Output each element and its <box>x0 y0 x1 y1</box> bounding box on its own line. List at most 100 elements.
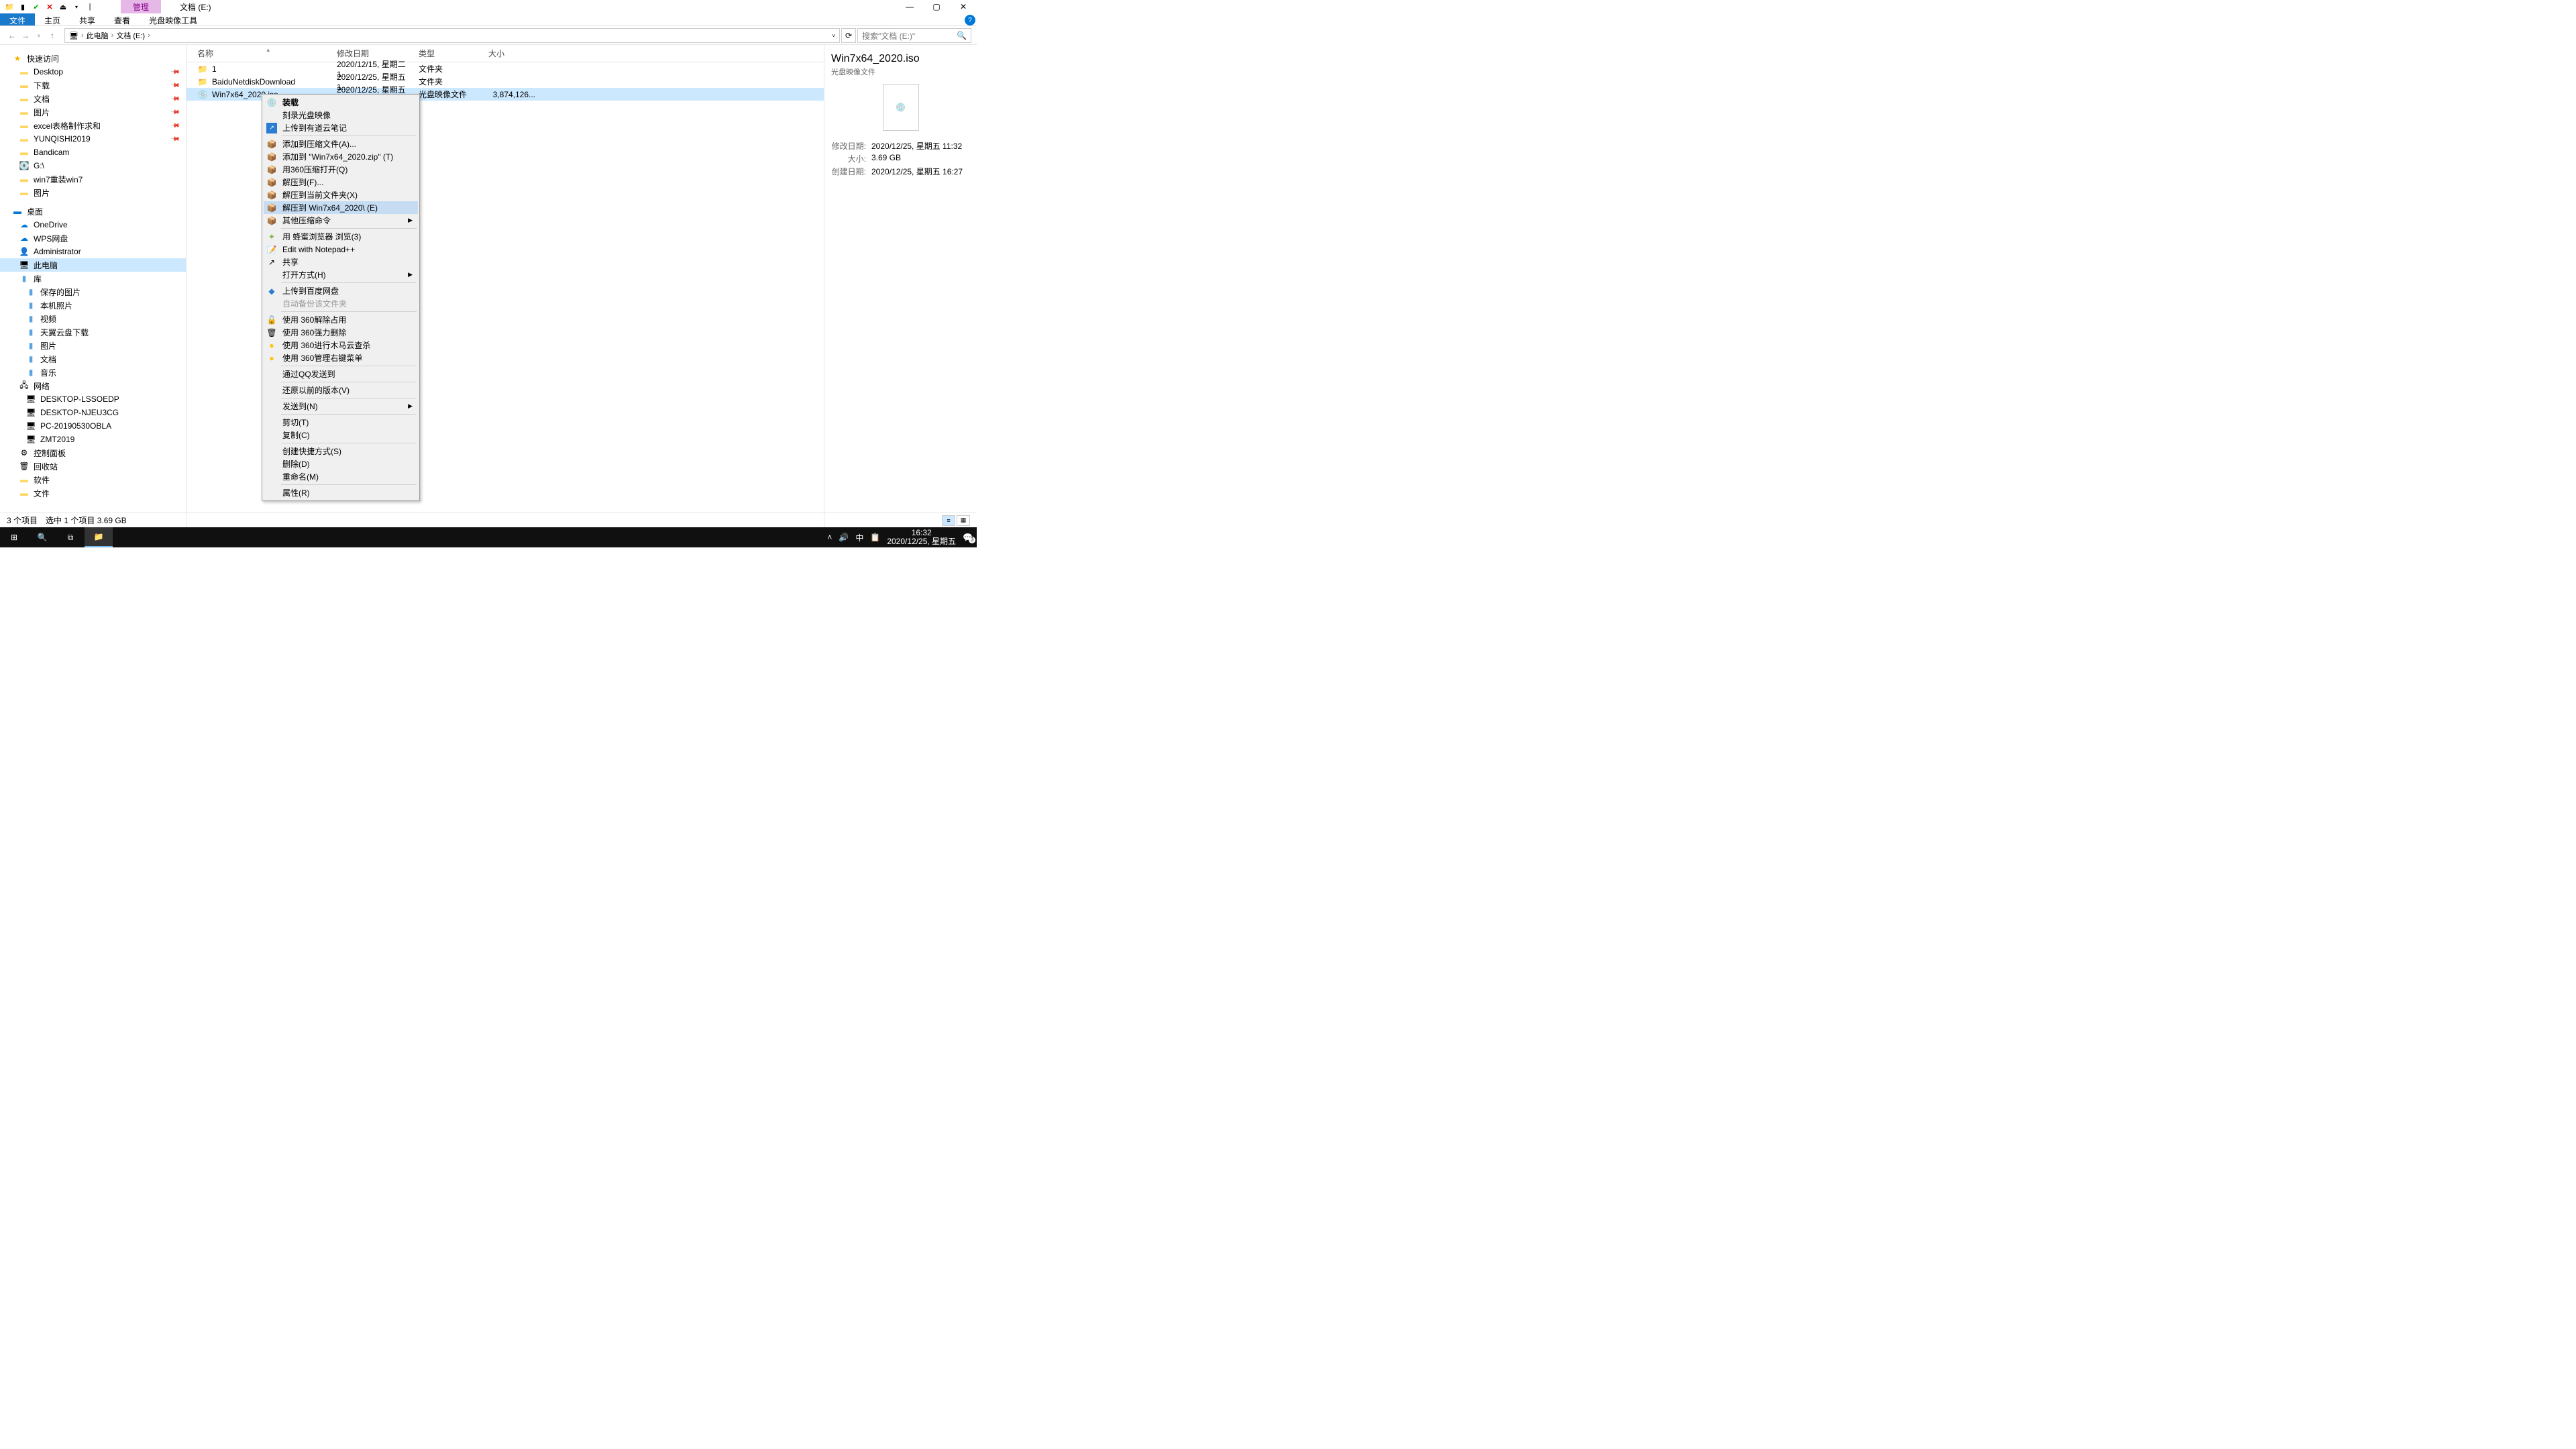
menu-other-compress[interactable]: 📦其他压缩命令▶ <box>264 214 418 227</box>
menu-properties[interactable]: 属性(R) <box>264 486 418 499</box>
tree-pics[interactable]: ▬图片📌 <box>0 105 186 119</box>
tree-network[interactable]: 🖧网络 <box>0 379 186 392</box>
maximize-button[interactable]: ▢ <box>923 0 950 13</box>
menu-baidu[interactable]: ◆上传到百度网盘 <box>264 284 418 297</box>
menu-mount[interactable]: 💿装载 <box>264 96 418 109</box>
menu-send-to[interactable]: 发送到(N)▶ <box>264 400 418 413</box>
start-button[interactable]: ⊞ <box>0 527 28 547</box>
tree-onedrive[interactable]: ☁OneDrive <box>0 218 186 231</box>
tree-tianyi[interactable]: ▮天翼云盘下载 <box>0 325 186 339</box>
qat-dropdown-icon[interactable]: ▾ <box>71 1 82 12</box>
tree-gdrive[interactable]: 💽G:\ <box>0 159 186 172</box>
check-icon[interactable]: ✔ <box>31 1 42 12</box>
tree-yunqishi[interactable]: ▬YUNQISHI2019📌 <box>0 132 186 146</box>
col-name[interactable]: 名称 <box>186 48 337 59</box>
col-modified[interactable]: 修改日期 <box>337 48 419 59</box>
tree-pc2[interactable]: 🖥DESKTOP-NJEU3CG <box>0 406 186 419</box>
action-center-icon[interactable]: 💬3 <box>963 533 973 542</box>
menu-delete[interactable]: 删除(D) <box>264 458 418 470</box>
search-button[interactable]: 🔍 <box>28 527 56 547</box>
tree-desk[interactable]: ▬桌面 <box>0 205 186 218</box>
tree-pc3[interactable]: 🖥PC-20190530OBLA <box>0 419 186 433</box>
back-button[interactable]: ← <box>5 31 19 40</box>
tree-docs[interactable]: ▬文档📌 <box>0 92 186 105</box>
menu-extract-to[interactable]: 📦解压到(F)... <box>264 176 418 189</box>
col-type[interactable]: 类型 <box>419 48 488 59</box>
tree-lib[interactable]: ▮库 <box>0 272 186 285</box>
eject-icon[interactable]: ⏏ <box>58 1 68 12</box>
close-button[interactable]: ✕ <box>950 0 977 13</box>
tree-quick-access[interactable]: ★快速访问 <box>0 52 186 65</box>
tree-win7re[interactable]: ▬win7重装win7 <box>0 172 186 186</box>
tree-pics2[interactable]: ▬图片 <box>0 186 186 199</box>
tree-local[interactable]: ▮本机照片 <box>0 299 186 312</box>
tree-downloads[interactable]: ▬下载📌 <box>0 78 186 92</box>
menu-notepadpp[interactable]: 📝Edit with Notepad++ <box>264 243 418 256</box>
tree-recycle[interactable]: 🗑回收站 <box>0 460 186 473</box>
contextual-tab-manage[interactable]: 管理 <box>121 0 161 13</box>
tree-music[interactable]: ▮音乐 <box>0 366 186 379</box>
tree-bandicam[interactable]: ▬Bandicam <box>0 146 186 159</box>
menu-360-unlock[interactable]: 🔓使用 360解除占用 <box>264 313 418 326</box>
tree-pc4[interactable]: 🖥ZMT2019 <box>0 433 186 446</box>
tree-wps[interactable]: ☁WPS网盘 <box>0 231 186 245</box>
view-details-button[interactable]: ≡ <box>942 515 955 526</box>
menu-add-archive[interactable]: 📦添加到压缩文件(A)... <box>264 138 418 150</box>
volume-icon[interactable]: 🔊 <box>839 533 849 542</box>
menu-copy[interactable]: 复制(C) <box>264 429 418 441</box>
menu-extract-to-folder[interactable]: 📦解压到 Win7x64_2020\ (E) <box>264 201 418 214</box>
tree-saved[interactable]: ▮保存的图片 <box>0 285 186 299</box>
menu-360-trojan[interactable]: ●使用 360进行木马云查杀 <box>264 339 418 352</box>
menu-rename[interactable]: 重命名(M) <box>264 470 418 483</box>
menu-share[interactable]: ↗共享 <box>264 256 418 268</box>
tree-pc1[interactable]: 🖥DESKTOP-LSSOEDP <box>0 392 186 406</box>
refresh-button[interactable]: ⟳ <box>841 28 856 43</box>
menu-open-with[interactable]: 打开方式(H)▶ <box>264 268 418 281</box>
tree-admin[interactable]: 👤Administrator <box>0 245 186 258</box>
tree-files[interactable]: ▬文件 <box>0 486 186 500</box>
menu-360-manage[interactable]: ●使用 360管理右键菜单 <box>264 352 418 364</box>
menu-open-360zip[interactable]: 📦用360压缩打开(Q) <box>264 163 418 176</box>
forward-button[interactable]: → <box>19 31 32 40</box>
crumb-location[interactable]: 文档 (E:) <box>116 30 145 41</box>
menu-burn[interactable]: 刻录光盘映像 <box>264 109 418 121</box>
tree-video[interactable]: ▮视频 <box>0 312 186 325</box>
up-button[interactable]: ↑ <box>46 31 59 40</box>
tree-soft[interactable]: ▬软件 <box>0 473 186 486</box>
tree-ctrl[interactable]: ⚙控制面板 <box>0 446 186 460</box>
minimize-button[interactable]: — <box>896 0 923 13</box>
history-dropdown[interactable]: ˅ <box>32 33 46 39</box>
file-row[interactable]: 📁BaiduNetdiskDownload 2020/12/25, 星期五 1.… <box>186 75 824 88</box>
breadcrumb[interactable]: 🖥 › 此电脑 › 文档 (E:) › ˅ <box>64 28 840 43</box>
menu-360-delete[interactable]: 🗑使用 360强力删除 <box>264 326 418 339</box>
crumb-thispc[interactable]: 此电脑 <box>87 30 109 41</box>
tree-docs2[interactable]: ▮文档 <box>0 352 186 366</box>
explorer-taskbar-button[interactable]: 📁 <box>85 527 113 547</box>
tab-share[interactable]: 共享 <box>70 13 105 25</box>
menu-cut[interactable]: 剪切(T) <box>264 416 418 429</box>
menu-youdao[interactable]: ↗上传到有道云笔记 <box>264 121 418 134</box>
tray-chevron-up-icon[interactable]: ˄ <box>827 533 832 542</box>
menu-restore[interactable]: 还原以前的版本(V) <box>264 384 418 396</box>
menu-extract-here[interactable]: 📦解压到当前文件夹(X) <box>264 189 418 201</box>
file-row[interactable]: 📁1 2020/12/15, 星期二 1... 文件夹 <box>186 62 824 75</box>
tab-home[interactable]: 主页 <box>35 13 70 25</box>
col-size[interactable]: 大小 <box>488 48 542 59</box>
tree-pics3[interactable]: ▮图片 <box>0 339 186 352</box>
tree-excel[interactable]: ▬excel表格制作求和📌 <box>0 119 186 132</box>
tab-disc-tools[interactable]: 光盘映像工具 <box>140 13 207 25</box>
tab-file[interactable]: 文件 <box>0 13 35 25</box>
view-icons-button[interactable]: ▦ <box>957 515 970 526</box>
close-red-icon[interactable]: ✕ <box>44 1 55 12</box>
menu-fengmi[interactable]: ✦用 蜂蜜浏览器 浏览(3) <box>264 230 418 243</box>
search-input[interactable]: 搜索"文档 (E:)" 🔍 <box>857 28 971 43</box>
menu-add-zip[interactable]: 📦添加到 "Win7x64_2020.zip" (T) <box>264 150 418 163</box>
crumb-dropdown-icon[interactable]: ˅ <box>832 33 835 39</box>
ime-indicator[interactable]: 中 <box>855 532 863 543</box>
tree-desktop[interactable]: ▬Desktop📌 <box>0 65 186 78</box>
tab-view[interactable]: 查看 <box>105 13 140 25</box>
tree-thispc[interactable]: 🖥此电脑 <box>0 258 186 272</box>
clock[interactable]: 16:32 2020/12/25, 星期五 <box>887 529 956 546</box>
tray-app-icon[interactable]: 📋 <box>870 533 880 542</box>
menu-qq-send[interactable]: 通过QQ发送到 <box>264 368 418 380</box>
